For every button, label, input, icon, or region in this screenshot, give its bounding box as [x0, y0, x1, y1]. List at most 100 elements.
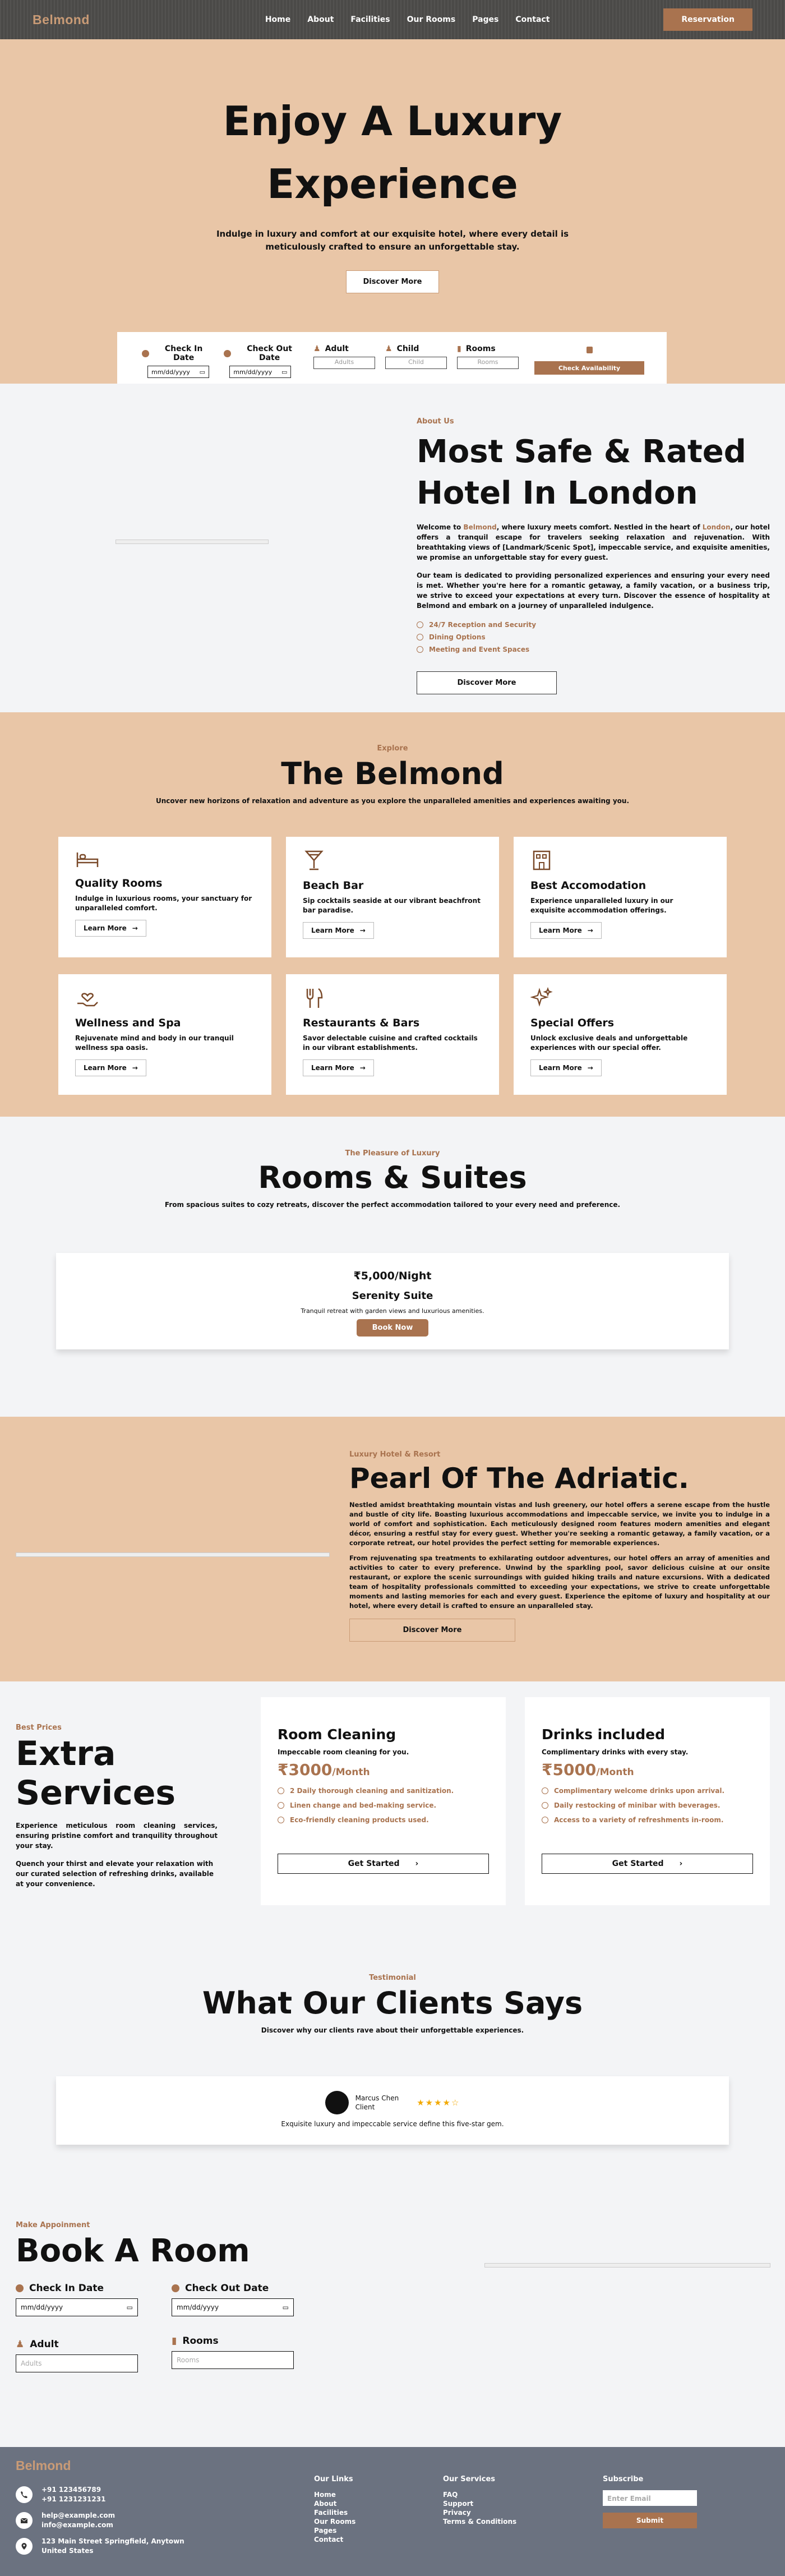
nav-link-about[interactable]: About	[307, 15, 334, 24]
about-brand-highlight: Belmond	[463, 523, 497, 531]
footer-link-pages[interactable]: Pages	[314, 2526, 355, 2535]
nav-link-facilities[interactable]: Facilities	[350, 15, 390, 24]
child-icon: ♟	[385, 344, 392, 353]
book-adult-input[interactable]: Adults	[16, 2354, 138, 2372]
client-name: Marcus Chen	[355, 2094, 399, 2102]
nav-link-contact[interactable]: Contact	[515, 15, 550, 24]
rooms-title: Rooms & Suites	[258, 1160, 527, 1195]
hero-subtitle-line2: meticulously crafted to ensure an unforg…	[265, 242, 520, 252]
book-checkin-input[interactable]: mm/dd/yyyy ▭	[16, 2298, 138, 2316]
service-subtitle: Impeccable room cleaning for you.	[278, 1748, 409, 1756]
calendar-picker-icon[interactable]: ▭	[127, 2303, 133, 2311]
nav-link-pages[interactable]: Pages	[472, 15, 498, 24]
checkin-date-input[interactable]: mm/dd/yyyy ▭	[147, 366, 209, 378]
resort-discover-button[interactable]: Discover More	[349, 1619, 515, 1642]
brand-logo[interactable]: Belmond	[33, 12, 90, 27]
hero-title-line2: Experience	[267, 160, 518, 208]
rooms-subtitle: From spacious suites to cozy retreats, d…	[164, 1201, 621, 1209]
about-city-highlight: London	[702, 523, 731, 531]
amenity-card-beach-bar: Beach Bar Sip cocktails seaside at our v…	[286, 837, 499, 957]
building-icon	[533, 850, 551, 870]
learn-more-label: Learn More	[311, 1064, 354, 1072]
calendar-picker-icon[interactable]: ▭	[281, 368, 287, 376]
footer-email-2[interactable]: info@example.com	[41, 2520, 115, 2530]
service-feature-item: Daily restocking of minibar with beverag…	[542, 1801, 753, 1809]
nav-link-home[interactable]: Home	[265, 15, 290, 24]
footer-link-facilities[interactable]: Facilities	[314, 2508, 355, 2517]
child-input[interactable]: Child	[385, 357, 447, 369]
footer-link-privacy[interactable]: Privacy	[443, 2508, 516, 2517]
learn-more-button[interactable]: Learn More →	[530, 922, 602, 939]
subscribe-email-input[interactable]: Enter Email	[603, 2490, 697, 2506]
service-price-value: ₹3000	[278, 1761, 333, 1779]
learn-more-button[interactable]: Learn More →	[303, 1059, 374, 1076]
footer-email-1[interactable]: help@example.com	[41, 2511, 115, 2520]
service-feature-item: Linen change and bed-making service.	[278, 1801, 489, 1809]
card-title: Quality Rooms	[75, 877, 163, 890]
explore-title: The Belmond	[281, 756, 504, 791]
hero-discover-button[interactable]: Discover More	[345, 270, 440, 293]
resort-section: Luxury Hotel & Resort Pearl Of The Adria…	[0, 1417, 785, 1681]
service-title: Drinks included	[542, 1726, 665, 1743]
footer-phone-2[interactable]: +91 1231231231	[41, 2495, 105, 2504]
rooms-input[interactable]: Rooms	[457, 357, 519, 369]
book-now-button[interactable]: Book Now	[356, 1319, 429, 1337]
checkout-date-input[interactable]: mm/dd/yyyy ▭	[229, 366, 292, 378]
feature-label: Dining Options	[429, 633, 486, 641]
adult-input[interactable]: Adults	[313, 357, 375, 369]
testimonial-eyebrow: Testimonial	[369, 1974, 416, 1982]
footer-link-home[interactable]: Home	[314, 2490, 355, 2499]
calendar-icon	[16, 2284, 24, 2292]
calendar-picker-icon[interactable]: ▭	[200, 368, 205, 376]
phone-icon	[16, 2486, 33, 2503]
about-title: Most Safe & Rated Hotel In London	[417, 431, 770, 514]
learn-more-label: Learn More	[539, 1064, 582, 1072]
footer-link-terms[interactable]: Terms & Conditions	[443, 2517, 516, 2526]
service-card-room-cleaning: Room Cleaning Impeccable room cleaning f…	[261, 1697, 506, 1905]
resort-paragraph-1: Nestled amidst breathtaking mountain vis…	[349, 1501, 770, 1547]
about-paragraph-2: Our team is dedicated to providing perso…	[417, 572, 770, 610]
footer-services: Our Services FAQ Support Privacy Terms &…	[443, 2475, 516, 2526]
learn-more-button[interactable]: Learn More →	[75, 1059, 146, 1076]
check-availability-button[interactable]: Check Availability	[534, 361, 644, 375]
footer-link-faq[interactable]: FAQ	[443, 2490, 516, 2499]
calendar-picker-icon[interactable]: ▭	[283, 2303, 289, 2311]
amenity-card-special-offers: Special Offers Unlock exclusive deals an…	[514, 974, 727, 1095]
door-icon: ▮	[172, 2335, 177, 2347]
about-paragraph-1: Welcome to Belmond, where luxury meets c…	[417, 522, 770, 563]
footer-link-rooms[interactable]: Our Rooms	[314, 2517, 355, 2526]
service-price: ₹3000/Month	[278, 1761, 489, 1779]
card-text: Sip cocktails seaside at our vibrant bea…	[303, 897, 481, 914]
book-checkout-input[interactable]: mm/dd/yyyy ▭	[172, 2298, 294, 2316]
book-rooms-input[interactable]: Rooms	[172, 2351, 294, 2369]
mail-icon	[16, 2512, 33, 2529]
subscribe-submit-button[interactable]: Submit	[603, 2513, 697, 2528]
learn-more-button[interactable]: Learn More →	[75, 920, 146, 937]
about-title-line1: Most Safe & Rated	[417, 434, 746, 470]
check-circle-icon	[417, 621, 423, 628]
about-discover-button[interactable]: Discover More	[417, 671, 557, 694]
feature-item: Dining Options	[417, 633, 770, 641]
learn-more-button[interactable]: Learn More →	[530, 1059, 602, 1076]
nav-link-rooms[interactable]: Our Rooms	[407, 15, 456, 24]
get-started-button[interactable]: Get Started ›	[278, 1854, 489, 1874]
testimonial-quote: Exquisite luxury and impeccable service …	[281, 2120, 504, 2128]
testimonial-subtitle: Discover why our clients rave about thei…	[261, 2026, 524, 2034]
footer-brand[interactable]: Belmond	[16, 2458, 71, 2473]
check-circle-icon	[417, 634, 423, 640]
adult-label: Adult	[325, 344, 349, 353]
footer-link-contact[interactable]: Contact	[314, 2535, 355, 2544]
footer-link-about[interactable]: About	[314, 2499, 355, 2508]
footer-link-support[interactable]: Support	[443, 2499, 516, 2508]
chevron-right-icon: ›	[679, 1859, 683, 1868]
learn-more-button[interactable]: Learn More →	[303, 922, 374, 939]
service-subtitle: Complimentary drinks with every stay.	[542, 1748, 689, 1756]
rooms-section: The Pleasure of Luxury Rooms & Suites Fr…	[0, 1117, 785, 1417]
star-rating: ★★★★☆	[417, 2098, 460, 2108]
footer-phone-1[interactable]: +91 123456789	[41, 2485, 105, 2495]
feature-item: Meeting and Event Spaces	[417, 646, 770, 653]
get-started-button[interactable]: Get Started ›	[542, 1854, 753, 1874]
person-icon: ♟	[16, 2339, 25, 2350]
reservation-button[interactable]: Reservation	[663, 8, 752, 31]
book-room-section: Make Appoinment Book A Room Check In Dat…	[0, 2194, 785, 2447]
